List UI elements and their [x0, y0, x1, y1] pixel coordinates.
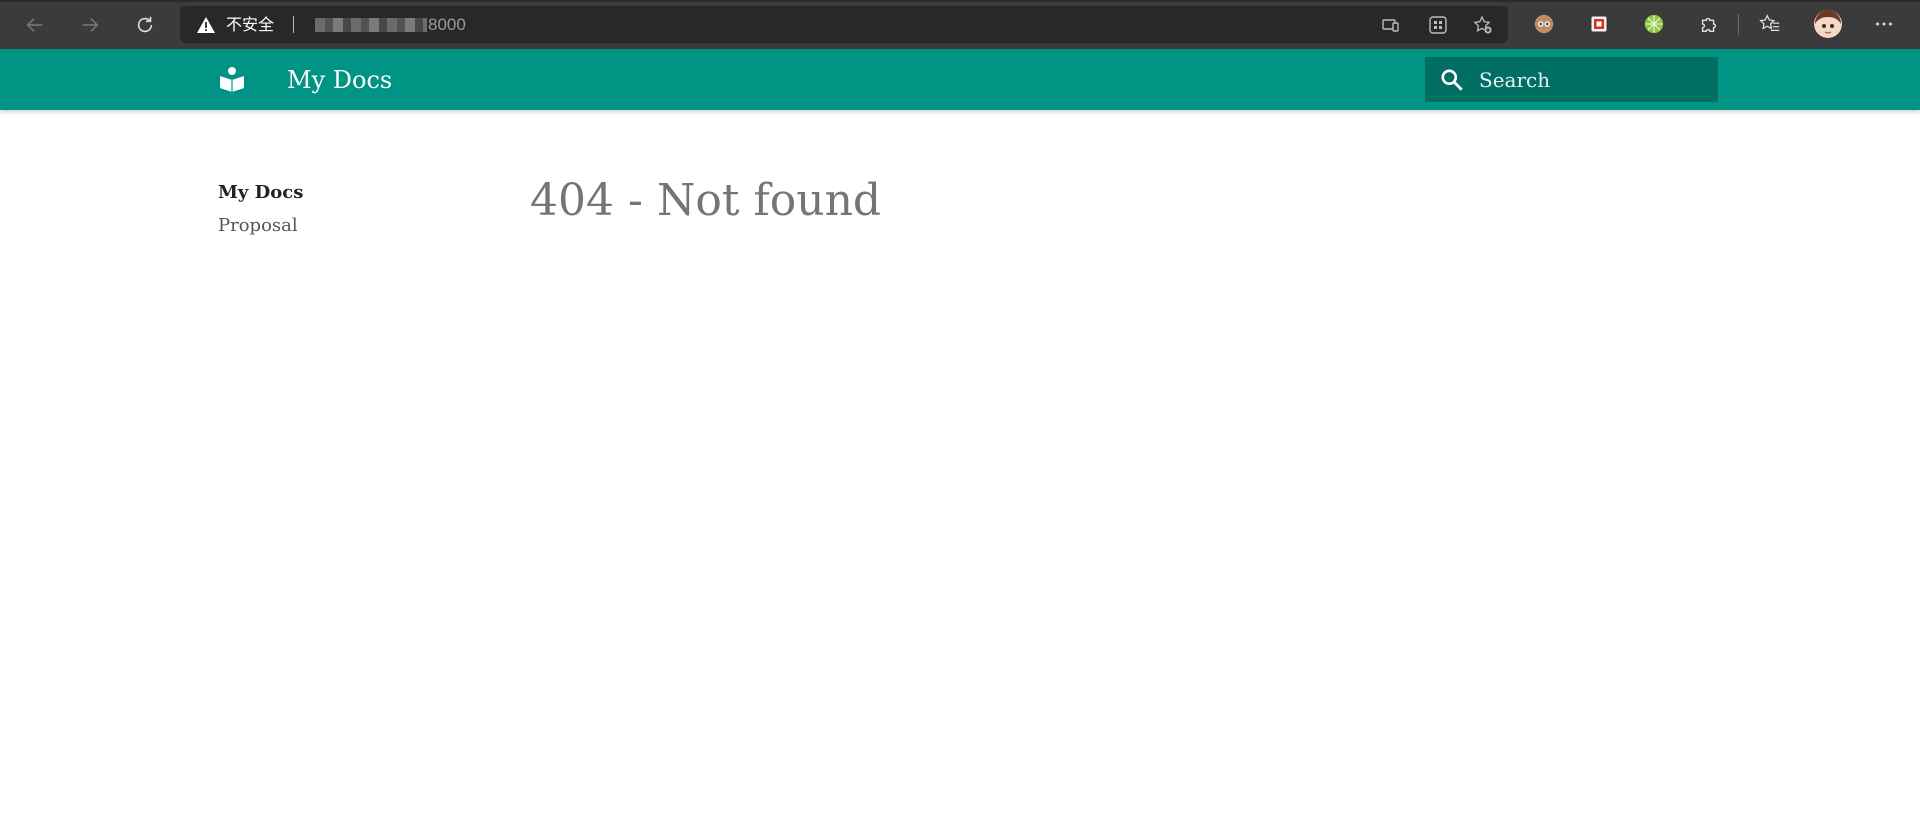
apps-icon[interactable] [1428, 15, 1448, 35]
sidebar-title: My Docs [218, 182, 304, 203]
refresh-button[interactable] [130, 10, 160, 40]
arrow-left-icon [26, 18, 43, 32]
url-port: 8000 [428, 15, 466, 34]
refresh-icon [137, 16, 153, 33]
toolbar-separator [1738, 14, 1739, 35]
add-favorite-icon[interactable] [1473, 15, 1493, 35]
more-menu-icon[interactable] [1872, 12, 1896, 36]
security-label[interactable]: 不安全 [226, 15, 274, 35]
redacted-host [315, 18, 427, 32]
extension-avatar-1-icon[interactable] [1532, 12, 1556, 36]
browser-toolbar: 不安全 8000 [0, 0, 1920, 49]
forward-button[interactable] [75, 10, 105, 40]
address-bar[interactable]: 不安全 8000 [180, 6, 1508, 43]
search-icon [1441, 69, 1463, 91]
favorites-icon[interactable] [1758, 12, 1782, 36]
search-input[interactable] [1479, 64, 1704, 96]
back-button[interactable] [20, 10, 50, 40]
profile-avatar[interactable] [1813, 9, 1843, 39]
site-title[interactable]: My Docs [287, 65, 392, 95]
extension-red-box-icon[interactable] [1587, 12, 1611, 36]
page-title: 404 - Not found [530, 175, 882, 226]
extension-lime-icon[interactable] [1642, 12, 1666, 36]
arrow-right-icon [82, 18, 99, 32]
sidebar-item-proposal[interactable]: Proposal [218, 209, 303, 242]
book-reader-icon [220, 67, 244, 92]
sidebar-nav: My Docs Proposal [218, 176, 303, 242]
site-header: My Docs [0, 49, 1920, 110]
extensions-puzzle-icon[interactable] [1697, 12, 1721, 36]
search-box[interactable] [1425, 57, 1718, 102]
address-separator [293, 16, 294, 33]
read-aloud-icon[interactable] [1381, 15, 1401, 35]
warning-icon [197, 17, 215, 33]
